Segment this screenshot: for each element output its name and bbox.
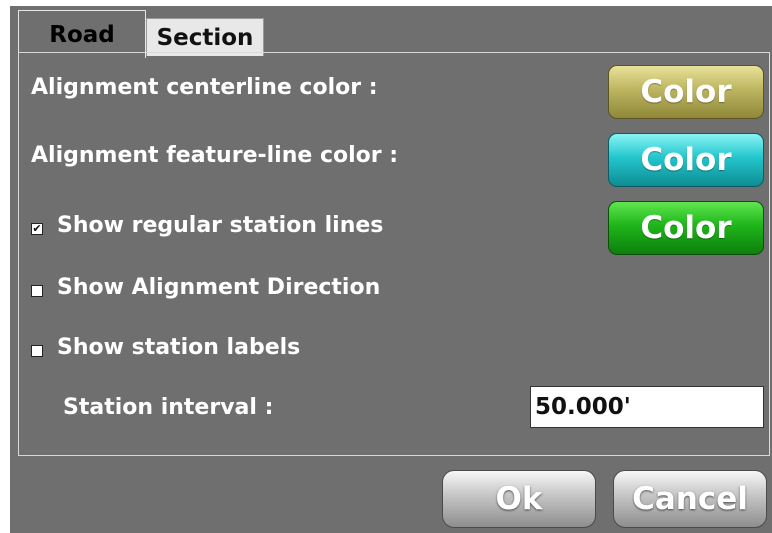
regular-station-lines-checkbox[interactable]: ✔ [31, 223, 43, 235]
regular-station-lines-label: Show regular station lines [57, 213, 384, 238]
cancel-button[interactable]: Cancel [613, 470, 767, 528]
ok-button[interactable]: Ok [442, 470, 596, 528]
station-interval-input[interactable]: 50.000' [530, 386, 764, 428]
tab-road[interactable]: Road [18, 10, 146, 58]
road-settings-dialog: Road Section Alignment centerline color … [10, 6, 772, 533]
tab-section[interactable]: Section [146, 18, 264, 56]
featureline-color-button[interactable]: Color [608, 133, 764, 187]
alignment-direction-label: Show Alignment Direction [57, 275, 381, 300]
station-labels-checkbox[interactable] [31, 345, 43, 357]
featureline-color-label: Alignment feature-line color : [31, 143, 399, 168]
centerline-color-button[interactable]: Color [608, 65, 764, 119]
station-interval-label: Station interval : [63, 395, 274, 420]
centerline-color-label: Alignment centerline color : [31, 75, 378, 100]
tab-section-label: Section [156, 24, 254, 51]
tab-road-label: Road [49, 21, 115, 48]
station-labels-label: Show station labels [57, 335, 301, 360]
alignment-direction-checkbox[interactable] [31, 285, 43, 297]
station-lines-color-button[interactable]: Color [608, 201, 764, 255]
